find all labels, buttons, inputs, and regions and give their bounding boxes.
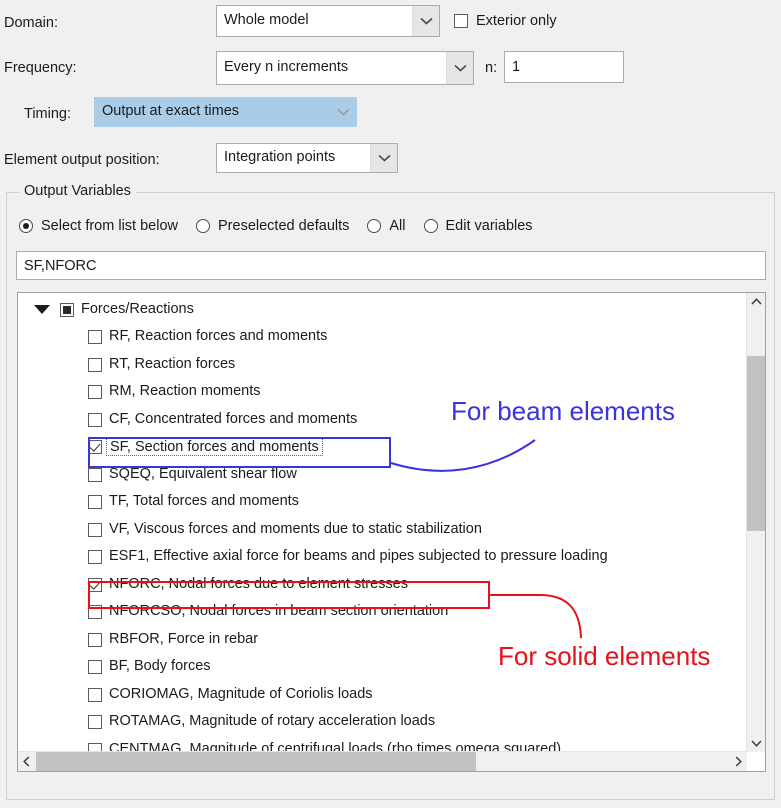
domain-combobox-value: Whole model: [224, 13, 309, 29]
radio-select-from-list-below-label: Select from list below: [41, 218, 178, 234]
tree-item-checkbox[interactable]: [88, 412, 102, 427]
tree-item-checkbox[interactable]: [88, 715, 102, 729]
tree-item-label: BF, Body forces: [109, 658, 211, 675]
timing-combobox-value: Output at exact times: [102, 104, 240, 120]
tree-item-checkbox[interactable]: [88, 660, 102, 674]
tree-row-item[interactable]: VF, Viscous forces and moments due to st…: [18, 516, 765, 543]
radio-all[interactable]: All: [367, 218, 406, 234]
selected-variables-input[interactable]: SF,NFORC: [16, 251, 766, 280]
scroll-up-icon[interactable]: [747, 293, 765, 310]
tree-item-checkbox[interactable]: [88, 632, 102, 647]
exterior-only-checkbox-box[interactable]: [454, 14, 468, 29]
radio-edit-variables-dot[interactable]: [423, 219, 438, 234]
radio-preselected-defaults-label: Preselected defaults: [218, 218, 350, 234]
scroll-down-icon[interactable]: [747, 735, 765, 752]
chevron-down-icon[interactable]: [329, 98, 356, 126]
annotation-box-solid: [88, 581, 490, 609]
tree-item-checkbox[interactable]: [88, 495, 102, 509]
tree-item-label: CORIOMAG, Magnitude of Coriolis loads: [109, 685, 373, 702]
tree-item-checkbox[interactable]: [88, 687, 102, 702]
tree-item-label: SQEQ, Equivalent shear flow: [109, 465, 297, 482]
frequency-combobox[interactable]: Every n increments: [216, 51, 474, 85]
element-output-position-label: Element output position:: [4, 152, 160, 168]
tree-item-checkbox[interactable]: [88, 330, 102, 344]
tree-item-checkbox[interactable]: [88, 385, 102, 399]
chevron-down-icon[interactable]: [370, 144, 397, 172]
timing-combobox[interactable]: Output at exact times: [94, 97, 357, 127]
tree-horizontal-scrollbar[interactable]: [18, 751, 747, 771]
tree-item-label: RBFOR, Force in rebar: [109, 630, 259, 647]
radio-select-from-list-below[interactable]: Select from list below: [19, 219, 178, 234]
tree-item-label: RT, Reaction forces: [109, 355, 236, 372]
scroll-right-icon[interactable]: [730, 752, 747, 771]
annotation-text-solid: For solid elements: [498, 641, 711, 671]
radio-edit-variables[interactable]: Edit variables: [423, 218, 533, 234]
frequency-combobox-value: Every n increments: [224, 60, 349, 76]
output-variables-group-legend: Output Variables: [19, 184, 136, 199]
chevron-down-icon[interactable]: [446, 52, 473, 84]
tree-item-label: RF, Reaction forces and moments: [109, 328, 328, 345]
tree-row-item[interactable]: RT, Reaction forces: [18, 351, 765, 378]
tree-row-root[interactable]: Forces/Reactions: [18, 296, 765, 323]
radio-all-label: All: [389, 218, 406, 234]
n-input[interactable]: 1: [504, 51, 624, 83]
radio-edit-variables-label: Edit variables: [445, 218, 533, 234]
tree-item-label: CF, Concentrated forces and moments: [109, 410, 358, 427]
output-variables-tree-rows: Forces/Reactions RF, Reaction forces and …: [18, 293, 765, 771]
domain-combobox[interactable]: Whole model: [216, 5, 440, 37]
exterior-only-label: Exterior only: [476, 13, 557, 29]
n-label: n:: [485, 60, 498, 76]
n-input-value: 1: [512, 59, 521, 75]
annotation-box-beam: [88, 437, 391, 468]
tree-row-item[interactable]: CORIOMAG, Magnitude of Coriolis loads: [18, 681, 765, 708]
tree-item-checkbox[interactable]: [88, 522, 102, 537]
tree-root-checkbox[interactable]: [60, 302, 74, 317]
tree-item-checkbox[interactable]: [88, 467, 102, 482]
element-output-position-combobox[interactable]: Integration points: [216, 143, 398, 173]
selected-variables-input-value: SF,NFORC: [24, 257, 97, 274]
tree-vertical-scrollbar-thumb[interactable]: [747, 356, 765, 531]
domain-label: Domain:: [4, 15, 58, 31]
tree-item-label: RM, Reaction moments: [109, 383, 261, 400]
expand-collapse-caret-icon[interactable]: [34, 305, 50, 314]
tree-item-label: TF, Total forces and moments: [109, 493, 299, 510]
tree-row-item[interactable]: ROTAMAG, Magnitude of rotary acceleratio…: [18, 709, 765, 736]
tree-root-label: Forces/Reactions: [81, 300, 194, 317]
exterior-only-checkbox[interactable]: Exterior only: [454, 14, 557, 29]
tree-item-label: VF, Viscous forces and moments due to st…: [109, 520, 482, 537]
tree-item-checkbox[interactable]: [88, 550, 102, 564]
scroll-left-icon[interactable]: [18, 752, 35, 771]
chevron-down-icon[interactable]: [412, 6, 439, 36]
tree-item-label: ROTAMAG, Magnitude of rotary acceleratio…: [109, 713, 436, 730]
tree-row-item[interactable]: ESF1, Effective axial force for beams an…: [18, 544, 765, 571]
annotation-text-beam: For beam elements: [451, 396, 675, 426]
output-variables-radio-group: Select from list below Preselected defau…: [19, 219, 533, 234]
tree-item-checkbox[interactable]: [88, 357, 102, 372]
element-output-position-combobox-value: Integration points: [224, 150, 336, 166]
radio-preselected-defaults[interactable]: Preselected defaults: [196, 219, 349, 234]
radio-select-from-list-below-dot[interactable]: [19, 219, 33, 234]
tree-row-item[interactable]: TF, Total forces and moments: [18, 489, 765, 516]
frequency-label: Frequency:: [4, 60, 77, 76]
tree-horizontal-scrollbar-thumb[interactable]: [36, 752, 476, 771]
tree-vertical-scrollbar[interactable]: [746, 293, 765, 752]
radio-preselected-defaults-dot[interactable]: [196, 219, 210, 234]
tree-item-label: ESF1, Effective axial force for beams an…: [109, 548, 608, 565]
radio-all-dot[interactable]: [367, 219, 382, 234]
timing-label: Timing:: [24, 106, 71, 122]
output-variables-tree[interactable]: Forces/Reactions RF, Reaction forces and …: [17, 292, 766, 772]
tree-row-item[interactable]: RF, Reaction forces and moments: [18, 324, 765, 351]
output-variables-group: Output Variables Select from list below …: [6, 184, 775, 800]
